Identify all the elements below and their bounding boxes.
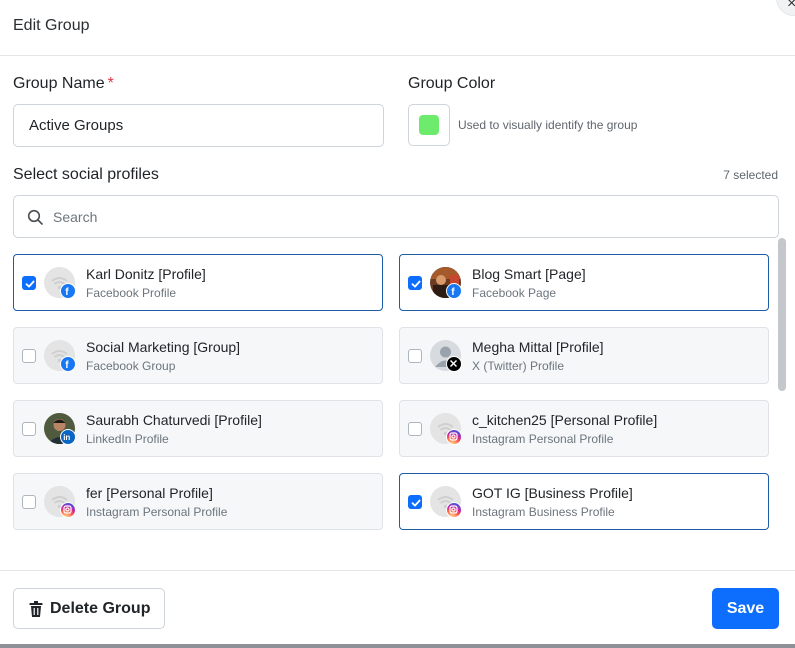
group-color-picker[interactable] <box>408 104 450 146</box>
x-icon <box>446 356 462 372</box>
profile-card[interactable]: f Social Marketing [Group] Facebook Group <box>13 327 383 384</box>
save-button[interactable]: Save <box>712 588 779 629</box>
close-icon: × <box>787 0 795 12</box>
delete-group-button[interactable]: Delete Group <box>13 588 165 629</box>
profile-name: GOT IG [Business Profile] <box>472 485 633 501</box>
facebook-icon: f <box>446 283 462 299</box>
profile-card[interactable]: c_kitchen25 [Personal Profile] Instagram … <box>399 400 769 457</box>
modal-header: Edit Group × <box>0 0 795 56</box>
profile-type: X (Twitter) Profile <box>472 359 565 373</box>
profile-checkbox[interactable] <box>22 495 36 509</box>
svg-text:f: f <box>451 287 455 297</box>
profile-checkbox[interactable] <box>408 422 422 436</box>
trash-icon <box>29 601 43 617</box>
delete-group-label: Delete Group <box>50 600 151 617</box>
search-box <box>13 195 779 238</box>
profile-checkbox[interactable] <box>22 276 36 290</box>
profile-checkbox[interactable] <box>22 349 36 363</box>
group-name-label: Group Name * <box>13 75 114 93</box>
profile-type: Instagram Business Profile <box>472 505 615 519</box>
linkedin-icon: in <box>60 429 76 445</box>
profile-type: Facebook Page <box>472 286 557 300</box>
scrollbar-thumb[interactable] <box>778 238 786 391</box>
profile-type: Facebook Group <box>86 359 176 373</box>
group-color-hint: Used to visually identify the group <box>458 118 638 132</box>
group-color-label: Group Color <box>408 75 496 92</box>
profile-card[interactable]: in Saurabh Chaturvedi [Profile] LinkedIn P… <box>13 400 383 457</box>
search-input[interactable] <box>53 197 753 236</box>
profile-checkbox[interactable] <box>22 422 36 436</box>
profile-card[interactable]: GOT IG [Business Profile] Instagram Busin… <box>399 473 769 530</box>
profile-name: Social Marketing [Group] <box>86 339 241 355</box>
profile-name: Karl Donitz [Profile] <box>86 266 206 282</box>
modal-title: Edit Group <box>13 17 90 34</box>
profile-name: c_kitchen25 [Personal Profile] <box>472 412 658 428</box>
group-name-label-text: Group Name <box>13 75 105 92</box>
profile-type: Instagram Personal Profile <box>472 432 614 446</box>
profile-type: Instagram Personal Profile <box>86 505 228 519</box>
close-button[interactable]: × <box>776 0 795 16</box>
profile-name: Megha Mittal [Profile] <box>472 339 604 355</box>
profile-checkbox[interactable] <box>408 495 422 509</box>
color-swatch <box>419 115 439 135</box>
svg-text:in: in <box>63 433 70 442</box>
profile-checkbox[interactable] <box>408 349 422 363</box>
svg-text:f: f <box>65 360 69 370</box>
profile-card[interactable]: fer [Personal Profile] Instagram Personal… <box>13 473 383 530</box>
required-marker: * <box>107 75 114 92</box>
window-bottom-edge <box>0 644 795 648</box>
facebook-icon: f <box>60 356 76 372</box>
profile-card[interactable]: f Karl Donitz [Profile] Facebook Profile <box>13 254 383 311</box>
group-name-input[interactable] <box>13 104 384 147</box>
profile-type: LinkedIn Profile <box>86 432 169 446</box>
facebook-icon: f <box>60 283 76 299</box>
profile-card[interactable]: Megha Mittal [Profile] X (Twitter) Profil… <box>399 327 769 384</box>
profile-name: Blog Smart [Page] <box>472 266 586 282</box>
profile-name: Saurabh Chaturvedi [Profile] <box>86 412 262 428</box>
profiles-label: Select social profiles <box>13 166 159 183</box>
search-icon <box>27 209 43 225</box>
selected-count: 7 selected <box>723 168 778 182</box>
instagram-icon <box>446 429 462 445</box>
profile-card[interactable]: f Blog Smart [Page] Facebook Page <box>399 254 769 311</box>
edit-group-modal: Edit Group × Group Name* Group Color Use… <box>0 0 795 648</box>
profile-checkbox[interactable] <box>408 276 422 290</box>
modal-footer: Delete Group Save <box>0 570 795 648</box>
profile-name: fer [Personal Profile] <box>86 485 213 501</box>
svg-text:f: f <box>65 287 69 297</box>
profile-type: Facebook Profile <box>86 286 177 300</box>
instagram-icon <box>60 502 76 518</box>
instagram-icon <box>446 502 462 518</box>
